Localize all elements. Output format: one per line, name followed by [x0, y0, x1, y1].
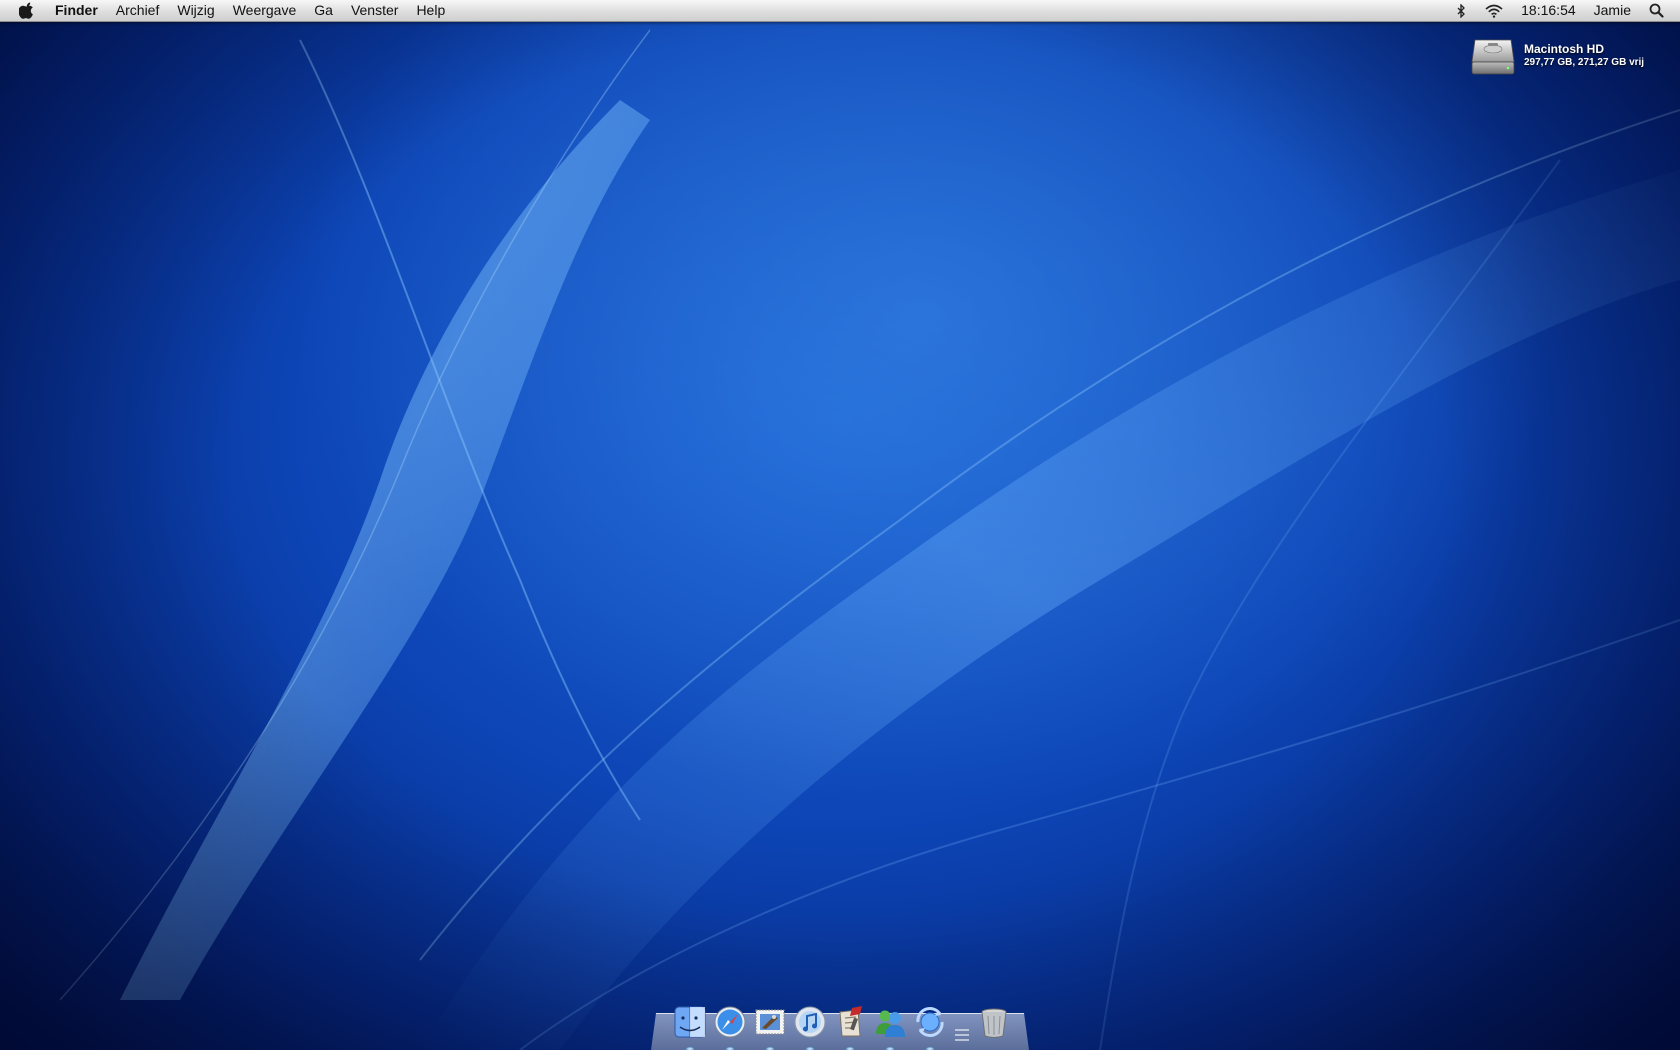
dock-safari[interactable]: [711, 1003, 749, 1050]
menu-venster[interactable]: Venster: [342, 0, 407, 21]
menu-archief[interactable]: Archief: [107, 0, 169, 21]
dock-script-editor[interactable]: [831, 1003, 869, 1050]
menu-app-finder[interactable]: Finder: [49, 0, 107, 21]
dock-separator: [955, 1001, 969, 1041]
dock-itunes[interactable]: [791, 1003, 829, 1050]
finder-icon: [674, 1006, 706, 1038]
menu-wijzig[interactable]: Wijzig: [168, 0, 223, 21]
drive-name: Macintosh HD: [1524, 42, 1605, 56]
safari-icon: [714, 1006, 746, 1038]
hard-drive-icon[interactable]: [1470, 34, 1516, 78]
mail-icon: [755, 1009, 785, 1035]
menu-extras: 18:16:54 Jamie: [1448, 0, 1680, 21]
spotlight-search-icon[interactable]: [1641, 3, 1680, 18]
sync-icon: [916, 1007, 944, 1037]
dock-trash[interactable]: [975, 1003, 1013, 1041]
dock-sync[interactable]: [911, 1003, 949, 1050]
messenger-icon: [876, 1010, 905, 1037]
menu-help[interactable]: Help: [407, 0, 454, 21]
wallpaper-waves: [59, 29, 1680, 1050]
drive-info: 297,77 GB, 271,27 GB vrij: [1524, 57, 1645, 68]
itunes-icon: [794, 1006, 826, 1038]
apple-logo-icon[interactable]: [19, 2, 35, 19]
desktop-drive[interactable]: Macintosh HD 297,77 GB, 271,27 GB vrij: [1470, 34, 1644, 78]
dock-finder[interactable]: [671, 1003, 709, 1050]
menu-clock[interactable]: 18:16:54: [1513, 0, 1584, 21]
wifi-icon[interactable]: [1475, 4, 1513, 18]
menu-ga[interactable]: Ga: [305, 0, 342, 21]
menu-user[interactable]: Jamie: [1584, 0, 1641, 21]
menu-weergave[interactable]: Weergave: [224, 0, 306, 21]
dock-messenger[interactable]: [871, 1003, 909, 1050]
dock: [651, 1006, 1029, 1050]
bluetooth-icon[interactable]: [1448, 3, 1475, 18]
dock-mail[interactable]: [751, 1003, 789, 1050]
desktop[interactable]: Finder Archief Wijzig Weergave Ga Venste…: [0, 0, 1680, 1050]
trash-icon: [981, 1008, 1007, 1038]
menu-bar: Finder Archief Wijzig Weergave Ga Venste…: [0, 0, 1680, 22]
script-editor-icon: [839, 1006, 862, 1037]
